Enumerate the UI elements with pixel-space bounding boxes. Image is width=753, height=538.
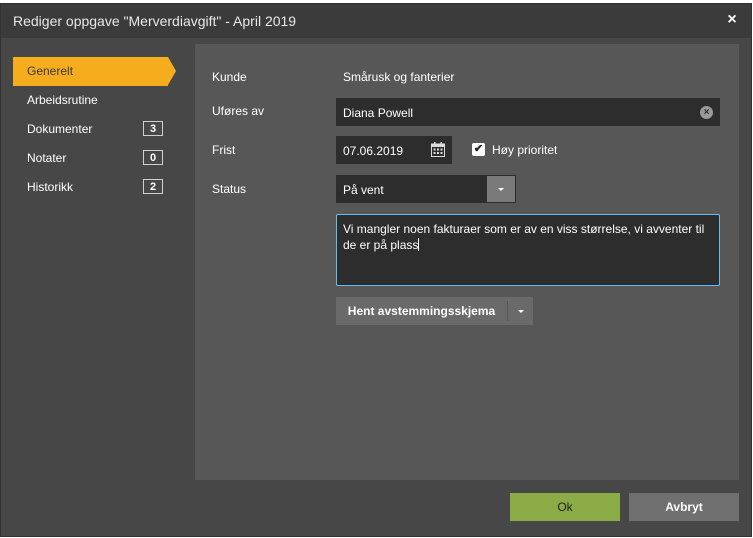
- calendar-icon[interactable]: [431, 142, 445, 157]
- status-select[interactable]: På vent: [336, 175, 516, 203]
- chevron-down-icon[interactable]: [508, 297, 533, 325]
- sidebar-item-label: Generelt: [27, 64, 74, 78]
- deadline-input[interactable]: 07.06.2019: [336, 136, 452, 164]
- fetch-reconciliation-split-button: Hent avstemmingsskjema: [336, 297, 533, 325]
- close-icon[interactable]: ×: [725, 11, 739, 29]
- cancel-button[interactable]: Avbryt: [629, 493, 739, 521]
- edit-task-dialog: Rediger oppgave "Merverdiavgift" - April…: [0, 3, 752, 537]
- sidebar-item-label: Arbeidsrutine: [27, 93, 98, 107]
- sidebar-item-dokumenter[interactable]: Dokumenter 3: [13, 115, 163, 144]
- fetch-reconciliation-button[interactable]: Hent avstemmingsskjema: [336, 297, 507, 325]
- form-panel: Kunde Smårusk og fanterier Uføres av Dia…: [195, 44, 739, 480]
- text-caret: [418, 238, 420, 251]
- sidebar-item-label: Historikk: [27, 180, 74, 194]
- dialog-titlebar: Rediger oppgave "Merverdiavgift" - April…: [1, 4, 751, 38]
- frist-label: Frist: [212, 143, 236, 157]
- assignee-value: Diana Powell: [343, 106, 414, 120]
- status-value: På vent: [343, 183, 384, 197]
- sidebar-item-arbeidsrutine[interactable]: Arbeidsrutine: [13, 86, 163, 115]
- sidebar-item-historikk[interactable]: Historikk 2: [13, 173, 163, 202]
- sidebar-item-notater[interactable]: Notater 0: [13, 144, 163, 173]
- count-badge: 3: [143, 121, 163, 136]
- kunde-value: Smårusk og fanterier: [343, 70, 455, 84]
- utfores-label: Uføres av: [212, 104, 265, 118]
- count-badge: 0: [143, 150, 163, 165]
- checkmark-icon: ✔: [473, 143, 484, 155]
- priority-label: Høy prioritet: [492, 143, 558, 157]
- sidebar-item-generelt[interactable]: Generelt: [13, 57, 176, 86]
- deadline-value: 07.06.2019: [343, 144, 404, 158]
- note-text: Vi mangler noen fakturaer som er av en v…: [343, 222, 705, 252]
- kunde-label: Kunde: [212, 70, 247, 84]
- ok-button[interactable]: Ok: [510, 493, 620, 521]
- priority-checkbox[interactable]: ✔: [472, 143, 485, 156]
- chevron-down-icon[interactable]: [487, 176, 515, 202]
- dialog-title: Rediger oppgave "Merverdiavgift" - April…: [13, 13, 297, 29]
- count-badge: 2: [143, 179, 163, 194]
- sidebar-item-label: Notater: [27, 151, 67, 165]
- clear-icon[interactable]: ×: [700, 106, 713, 119]
- sidebar-item-label: Dokumenter: [27, 122, 93, 136]
- assignee-input[interactable]: Diana Powell ×: [336, 98, 720, 126]
- sidebar-nav: Generelt Arbeidsrutine Dokumenter 3 Nota…: [13, 57, 183, 202]
- status-label: Status: [212, 182, 247, 196]
- note-textarea[interactable]: Vi mangler noen fakturaer som er av en v…: [336, 214, 720, 286]
